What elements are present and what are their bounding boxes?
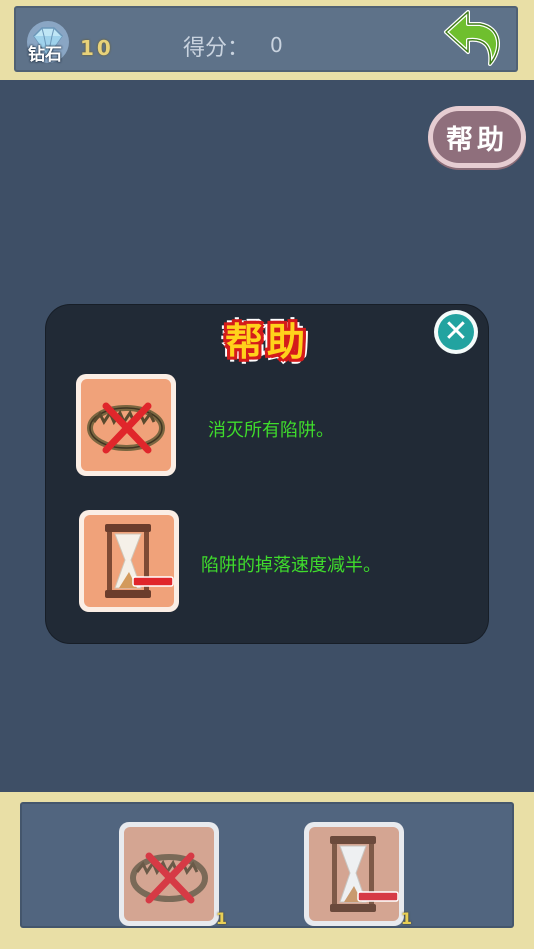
tool-count: 1 (215, 909, 227, 928)
trap-clear-tool-button[interactable]: 1 (119, 822, 227, 928)
tool-count: 1 (400, 909, 412, 928)
hourglass-icon (330, 836, 399, 912)
hourglass-powerup-tile (79, 510, 179, 612)
back-arrow-icon[interactable] (440, 6, 512, 74)
bottom-toolbar-panel (20, 802, 514, 928)
score-value: 0 (270, 33, 283, 57)
help-button-face: 帮助 (433, 111, 521, 163)
diamond-count: 10 (80, 36, 114, 60)
bear-trap-icon (130, 852, 208, 904)
help-dialog: 帮助 ✕ 消灭所有陷阱。 陷阱的掉落速度减半。 (46, 305, 488, 643)
trap-powerup-tile (76, 374, 176, 476)
dialog-title: 帮助 (224, 320, 309, 364)
item-description: 消灭所有陷阱。 (208, 420, 334, 441)
bear-trap-icon (87, 402, 165, 454)
close-button[interactable]: ✕ (434, 310, 478, 354)
help-button[interactable]: 帮助 (428, 106, 526, 168)
slow-trap-tool-button[interactable]: 1 (304, 822, 412, 928)
close-icon: ✕ (438, 314, 474, 350)
bottom-toolbar (0, 792, 534, 949)
help-button-label: 帮助 (446, 124, 508, 156)
score-label: 得分： (183, 36, 250, 61)
item-description: 陷阱的掉落速度减半。 (201, 555, 381, 576)
hourglass-icon (105, 524, 174, 598)
diamond-label: 钻石 (28, 45, 62, 65)
